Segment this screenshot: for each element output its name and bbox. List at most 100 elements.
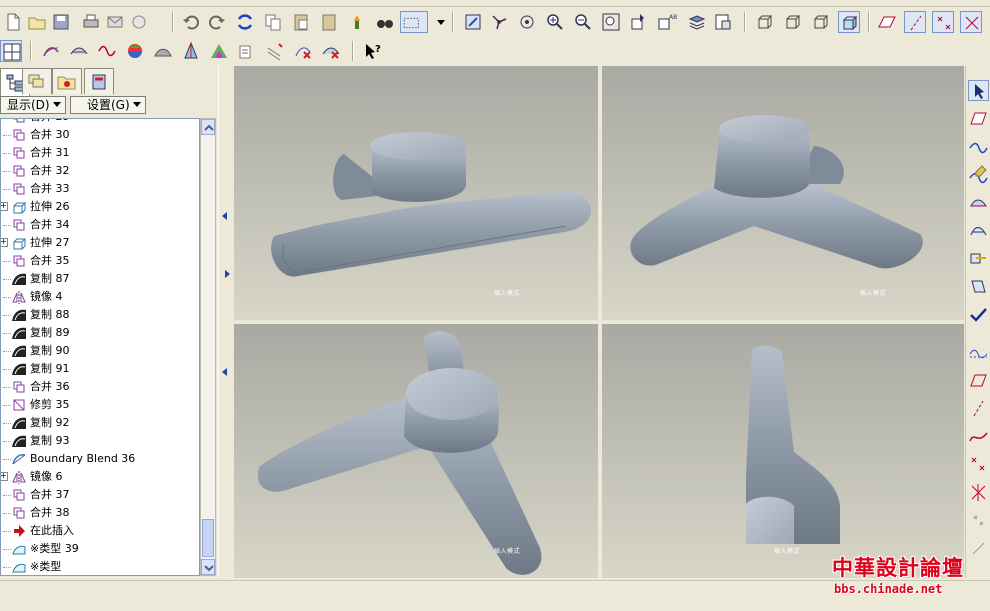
tree-item[interactable]: 合并 33 xyxy=(1,180,199,198)
tree-item[interactable]: 合并 30 xyxy=(1,126,199,144)
datum-plane-icon[interactable] xyxy=(968,370,989,391)
zoom-in-icon[interactable] xyxy=(544,11,566,33)
save-icon[interactable] xyxy=(50,11,72,33)
tree-scrollbar[interactable] xyxy=(200,118,216,576)
model-tree-filter-icon[interactable] xyxy=(346,11,368,33)
tree-item[interactable]: 复制 88 xyxy=(1,306,199,324)
sketch-curve-icon[interactable] xyxy=(968,136,989,157)
expand-toggle-icon[interactable]: + xyxy=(1,472,8,481)
print-icon[interactable] xyxy=(80,11,102,33)
find-binoculars-icon[interactable] xyxy=(374,11,396,33)
context-help-icon[interactable]: ? xyxy=(362,40,384,62)
trim-surface-icon[interactable] xyxy=(968,276,989,297)
tab-folder-browser[interactable] xyxy=(52,68,82,94)
surface-analysis-icon[interactable] xyxy=(68,40,90,62)
select-arrow-icon[interactable] xyxy=(968,80,989,101)
repaint-icon[interactable] xyxy=(462,11,484,33)
saved-views-icon[interactable]: AB xyxy=(656,11,678,33)
section-analysis-icon[interactable] xyxy=(236,40,258,62)
datum-curve-icon[interactable] xyxy=(968,426,989,447)
tree-item[interactable]: 复制 90 xyxy=(1,342,199,360)
tree-item[interactable]: + 拉伸 27 xyxy=(1,234,199,252)
reflection-analysis-icon[interactable] xyxy=(208,40,230,62)
tree-item[interactable]: 合并 31 xyxy=(1,144,199,162)
settings-dropdown[interactable]: 设置(G) xyxy=(70,96,146,114)
datum-points-icon[interactable] xyxy=(932,11,954,33)
offset-analysis-icon[interactable] xyxy=(264,40,286,62)
scroll-down-button[interactable] xyxy=(201,559,215,575)
view-manager-icon[interactable] xyxy=(712,11,734,33)
menu-bar[interactable] xyxy=(0,0,990,7)
show-dropdown[interactable]: 显示(D) xyxy=(0,96,66,114)
tree-item[interactable]: 合并 29 xyxy=(1,119,199,126)
regenerate-icon[interactable] xyxy=(234,11,256,33)
refit-icon[interactable] xyxy=(600,11,622,33)
tree-item[interactable]: + 镜像 6 xyxy=(1,468,199,486)
scroll-up-button[interactable] xyxy=(201,119,215,135)
boundary-surface-icon[interactable] xyxy=(968,220,989,241)
no-hidden-icon[interactable] xyxy=(810,11,832,33)
undo-icon[interactable] xyxy=(180,11,202,33)
curvature-icon[interactable] xyxy=(96,40,118,62)
layers-icon[interactable] xyxy=(686,11,708,33)
grid-snap-icon[interactable] xyxy=(0,40,22,62)
open-folder-icon[interactable] xyxy=(26,11,48,33)
tree-item[interactable]: 镜像 4 xyxy=(1,288,199,306)
reorient-icon[interactable] xyxy=(628,11,650,33)
expand-toggle-icon[interactable]: + xyxy=(1,202,8,211)
tree-item[interactable]: 复制 89 xyxy=(1,324,199,342)
send-mail-icon[interactable] xyxy=(104,11,126,33)
tree-item[interactable]: 合并 36 xyxy=(1,378,199,396)
panel-sash[interactable] xyxy=(218,66,233,578)
selection-box-icon[interactable] xyxy=(400,11,428,33)
redo-icon[interactable] xyxy=(206,11,228,33)
tree-item[interactable]: ※类型 39 xyxy=(1,540,199,558)
tree-item[interactable]: 复制 92 xyxy=(1,414,199,432)
scroll-thumb[interactable] xyxy=(202,519,214,557)
datum-coordsys-icon[interactable] xyxy=(968,482,989,503)
tree-item[interactable]: 合并 38 xyxy=(1,504,199,522)
sketch-tool-icon[interactable] xyxy=(968,164,989,185)
curve-analysis-icon[interactable] xyxy=(40,40,62,62)
tab-layers[interactable] xyxy=(22,68,52,94)
tree-item[interactable]: ※类型 xyxy=(1,558,199,575)
graphics-window[interactable]: 插入模式 插入模式 插入模式 插入模式 xyxy=(234,66,964,578)
tree-item[interactable]: 合并 34 xyxy=(1,216,199,234)
datum-plane-tool-icon[interactable] xyxy=(968,108,989,129)
coordinate-systems-icon[interactable] xyxy=(960,11,982,33)
paste-icon[interactable] xyxy=(290,11,312,33)
delete-surface-analysis-icon[interactable] xyxy=(320,40,342,62)
expand-toggle-icon[interactable]: + xyxy=(1,238,8,247)
hidden-line-icon[interactable] xyxy=(782,11,804,33)
datum-point-icon[interactable] xyxy=(968,454,989,475)
tree-item[interactable]: 复制 87 xyxy=(1,270,199,288)
new-file-icon[interactable] xyxy=(2,11,24,33)
tree-item[interactable]: 复制 91 xyxy=(1,360,199,378)
datum-planes-icon[interactable] xyxy=(876,11,898,33)
zoom-out-icon[interactable] xyxy=(572,11,594,33)
wireframe-icon[interactable] xyxy=(754,11,776,33)
draft-analysis-icon[interactable] xyxy=(152,40,174,62)
slope-analysis-icon[interactable] xyxy=(180,40,202,62)
shading-icon[interactable] xyxy=(838,11,860,33)
datum-offset-point-icon[interactable] xyxy=(968,510,989,531)
tree-item[interactable]: Boundary Blend 36 xyxy=(1,450,199,468)
tree-item[interactable]: 复制 93 xyxy=(1,432,199,450)
tree-item[interactable]: 合并 37 xyxy=(1,486,199,504)
tree-item[interactable]: 合并 32 xyxy=(1,162,199,180)
orient-mode-icon[interactable] xyxy=(516,11,538,33)
datum-axis-icon[interactable] xyxy=(968,398,989,419)
shaded-curvature-icon[interactable] xyxy=(124,40,146,62)
mail-link-icon[interactable] xyxy=(128,11,150,33)
tree-item[interactable]: 在此插入 xyxy=(1,522,199,540)
copy-icon[interactable] xyxy=(262,11,284,33)
tree-item[interactable]: 合并 35 xyxy=(1,252,199,270)
merge-surface-icon[interactable] xyxy=(968,248,989,269)
spin-center-icon[interactable] xyxy=(488,11,510,33)
datum-axes-icon[interactable] xyxy=(904,11,926,33)
tab-favorites[interactable] xyxy=(84,68,114,94)
paste-special-icon[interactable] xyxy=(318,11,340,33)
tree-item[interactable]: 修剪 35 xyxy=(1,396,199,414)
delete-curve-analysis-icon[interactable] xyxy=(292,40,314,62)
surface-tool-icon[interactable] xyxy=(968,192,989,213)
